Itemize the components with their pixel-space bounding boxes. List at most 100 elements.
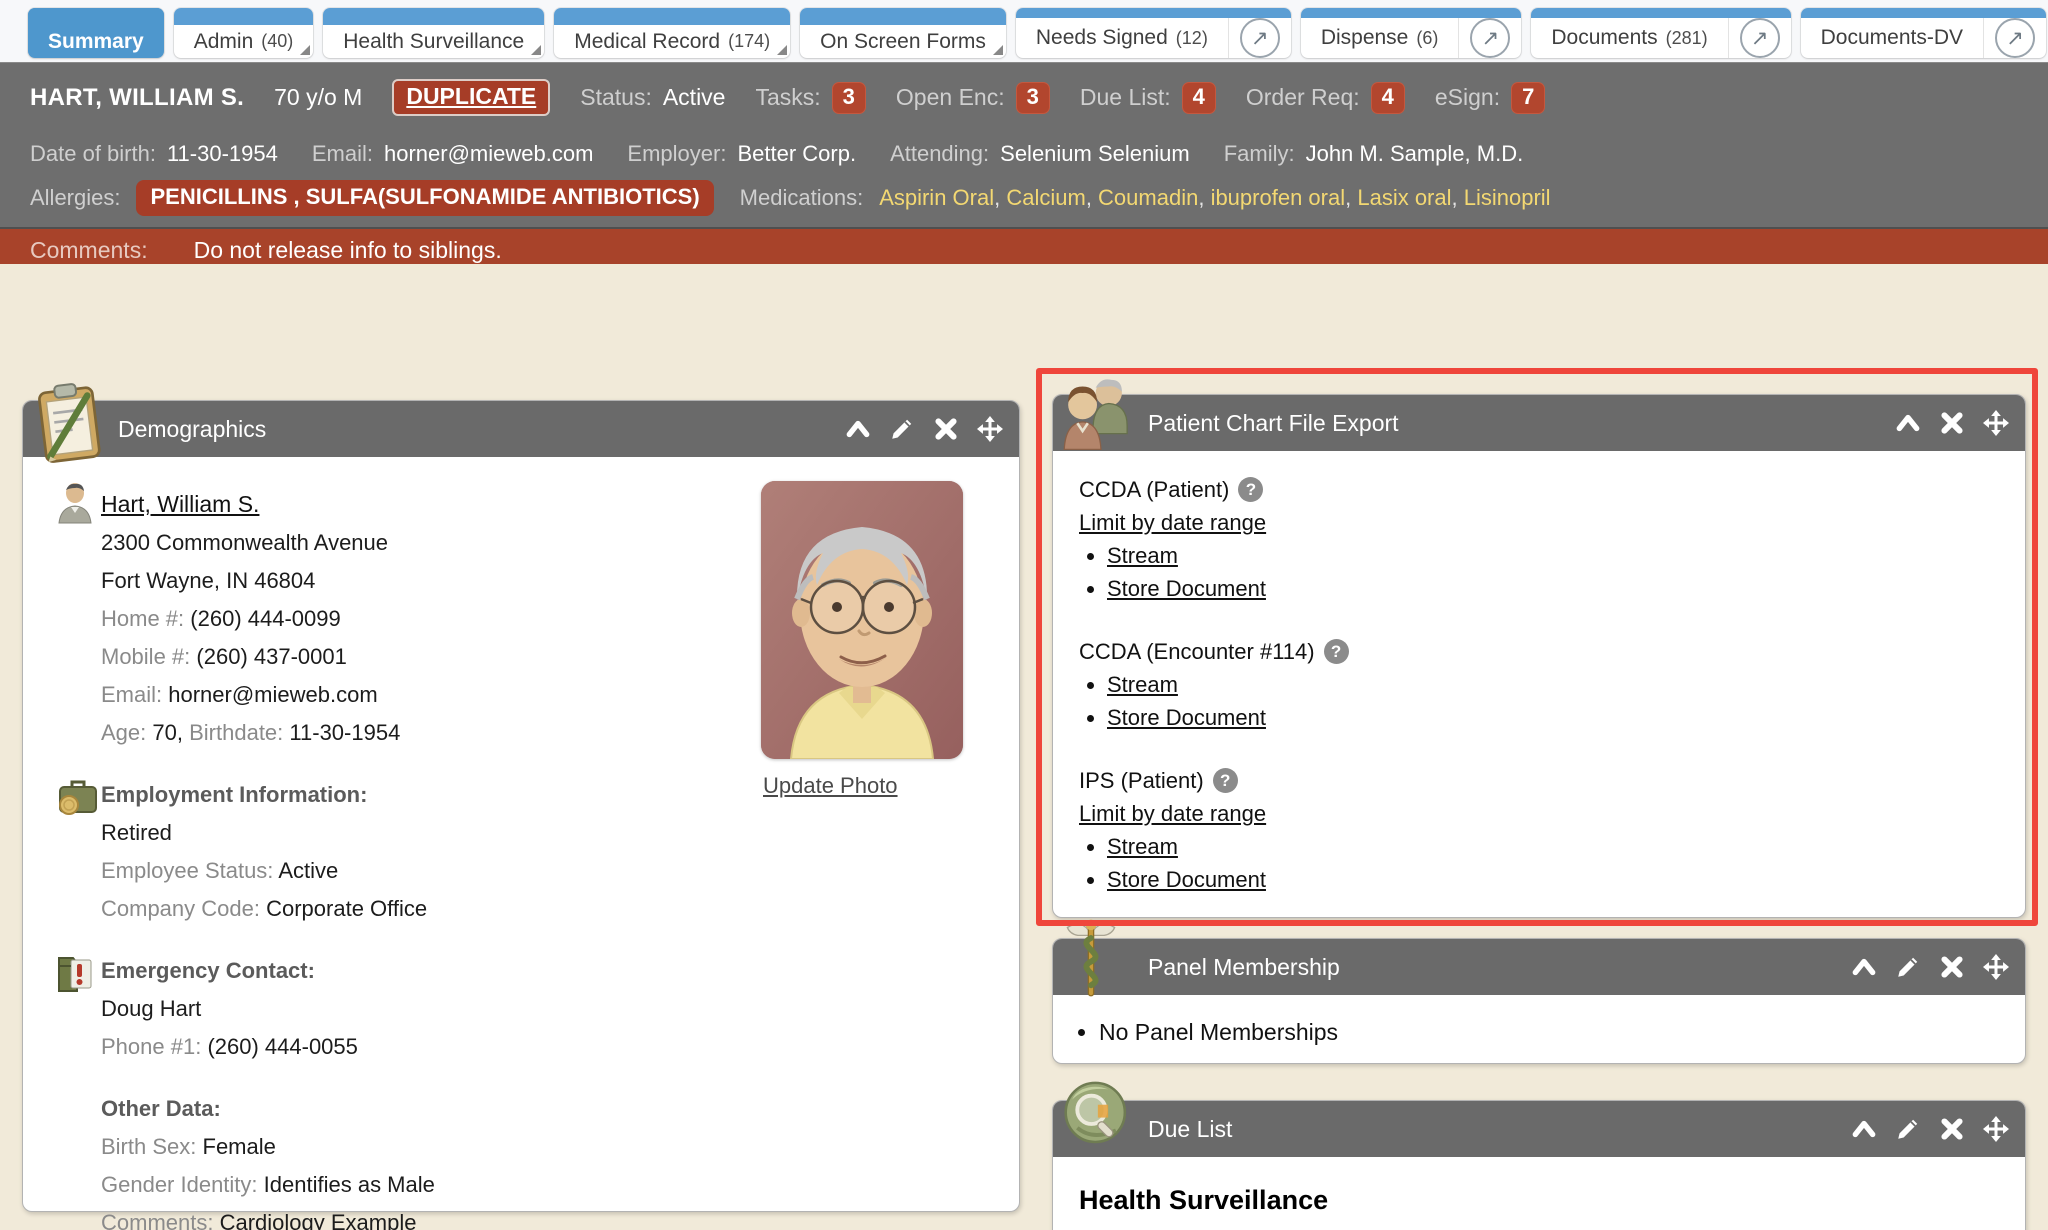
- medication-link[interactable]: ibuprofen oral: [1198, 185, 1345, 211]
- tab-cap: [323, 8, 544, 25]
- tab-health-surveillance[interactable]: Health Surveillance: [323, 8, 544, 58]
- external-link-icon[interactable]: ↗: [1458, 18, 1521, 58]
- medication-link[interactable]: Aspirin Oral: [879, 185, 994, 211]
- tab-cap: [1531, 8, 1790, 18]
- export-group: CCDA (Encounter #114)? Stream Store Docume…: [1079, 635, 1999, 734]
- counter-label: Due List:: [1080, 84, 1171, 111]
- employment-status-line: Retired: [101, 814, 989, 852]
- limit-by-date-range-link[interactable]: Limit by date range: [1079, 797, 1266, 830]
- due-list-header[interactable]: Due List: [1053, 1101, 2025, 1157]
- due-list-controls: [1851, 1101, 2009, 1157]
- edit-icon[interactable]: [1895, 1116, 1921, 1142]
- due-list-title: Due List: [1148, 1116, 1232, 1143]
- tab-label: Summary: [48, 30, 144, 54]
- medication-link[interactable]: Lisinopril: [1452, 185, 1551, 211]
- collapse-icon[interactable]: [1851, 1116, 1877, 1142]
- store-document-link[interactable]: Store Document: [1107, 705, 1266, 730]
- tab-cap: [1016, 8, 1291, 18]
- other-data-heading: Other Data:: [101, 1090, 989, 1128]
- help-icon[interactable]: ?: [1213, 768, 1238, 793]
- close-icon[interactable]: [1939, 410, 1965, 436]
- tab-medical-record[interactable]: Medical Record(174): [554, 8, 790, 58]
- close-icon[interactable]: [1939, 1116, 1965, 1142]
- other-data-section: Other Data: Birth Sex: FemaleGender Iden…: [101, 1090, 989, 1230]
- tab-on-screen-forms[interactable]: On Screen Forms: [800, 8, 1006, 58]
- tab-label: On Screen Forms: [820, 30, 986, 54]
- export-group: IPS (Patient)?Limit by date rangeStreamS…: [1079, 764, 1999, 896]
- store-document-link[interactable]: Store Document: [1107, 576, 1266, 601]
- demographics-panel-header[interactable]: Demographics: [23, 401, 1019, 457]
- external-link-icon[interactable]: ↗: [1728, 18, 1791, 58]
- field-value: Identifies as Male: [264, 1172, 435, 1197]
- collapse-icon[interactable]: [1895, 410, 1921, 436]
- edit-icon[interactable]: [1895, 954, 1921, 980]
- counter-badge[interactable]: 3: [832, 82, 866, 114]
- tab-admin[interactable]: Admin(40): [174, 8, 314, 58]
- stream-link[interactable]: Stream: [1107, 672, 1178, 697]
- counter-badge[interactable]: 4: [1371, 82, 1405, 114]
- close-icon[interactable]: [933, 416, 959, 442]
- close-icon[interactable]: [1939, 954, 1965, 980]
- demographics-panel: Demographics Hart, Will: [22, 400, 1020, 1212]
- field-row: Company Code: Corporate Office: [101, 890, 989, 928]
- export-panel-header[interactable]: Patient Chart File Export: [1053, 395, 2025, 451]
- tab-label: Health Surveillance: [343, 30, 524, 54]
- move-icon[interactable]: [1983, 410, 2009, 436]
- tab-documents[interactable]: Documents(281)↗: [1531, 8, 1790, 58]
- edit-icon[interactable]: [889, 416, 915, 442]
- export-group-heading: CCDA (Encounter #114)?: [1079, 635, 1999, 668]
- medication-link[interactable]: Calcium: [994, 185, 1086, 211]
- dropdown-corner-icon: [531, 45, 541, 55]
- panel-membership-panel: Panel Membership No Panel Memberships: [1052, 938, 2026, 1064]
- store-document-link[interactable]: Store Document: [1107, 867, 1266, 892]
- employer-label: Employer:: [627, 141, 726, 167]
- tab-cap: [1801, 8, 2046, 18]
- help-icon[interactable]: ?: [1324, 639, 1349, 664]
- counter-badge[interactable]: 7: [1511, 82, 1545, 114]
- export-group: CCDA (Patient)? Limit by date range Stream…: [1079, 473, 1999, 605]
- tab-count: (6): [1416, 28, 1438, 49]
- tab-needs-signed[interactable]: Needs Signed(12)↗: [1016, 8, 1291, 58]
- stream-link[interactable]: Stream: [1107, 543, 1178, 568]
- panel-membership-body: No Panel Memberships: [1053, 995, 2025, 1046]
- banner-row-3: Allergies: PENICILLINS , SULFA(SULFONAMI…: [0, 175, 2048, 227]
- patient-name: HART, WILLIAM S.: [30, 84, 244, 112]
- limit-by-date-range-link[interactable]: Limit by date range: [1079, 506, 1266, 539]
- status-label: Status:: [580, 84, 652, 111]
- duplicate-flag[interactable]: DUPLICATE: [392, 79, 550, 116]
- medication-link[interactable]: Coumadin: [1086, 185, 1199, 211]
- collapse-icon[interactable]: [1851, 954, 1877, 980]
- help-icon[interactable]: ?: [1238, 477, 1263, 502]
- patient-chart-file-export-panel: Patient Chart File Export CCDA (Patient)…: [1052, 394, 2026, 918]
- counter-badge[interactable]: 4: [1182, 82, 1216, 114]
- family-value: John M. Sample, M.D.: [1306, 141, 1524, 167]
- move-icon[interactable]: [1983, 1116, 2009, 1142]
- field-label: Gender Identity:: [101, 1172, 258, 1197]
- export-panel-title: Patient Chart File Export: [1148, 410, 1399, 437]
- export-format-name: CCDA (Patient): [1079, 473, 1229, 506]
- medication-link[interactable]: Lasix oral: [1345, 185, 1451, 211]
- external-link-icon[interactable]: ↗: [1983, 18, 2046, 58]
- field-label: Home #:: [101, 606, 184, 631]
- field-label: Employee Status:: [101, 858, 273, 883]
- counter-openenc: Open Enc:3: [896, 82, 1050, 114]
- panel-membership-header[interactable]: Panel Membership: [1053, 939, 2025, 995]
- external-link-icon[interactable]: ↗: [1228, 18, 1291, 58]
- tab-dispense[interactable]: Dispense(6)↗: [1301, 8, 1522, 58]
- tab-cap: [174, 8, 314, 25]
- export-link-item: Stream: [1107, 668, 1999, 701]
- update-photo-link[interactable]: Update Photo: [763, 773, 898, 799]
- tab-documents-dv[interactable]: Documents-DV↗: [1801, 8, 2046, 58]
- collapse-icon[interactable]: [845, 416, 871, 442]
- counter-badge[interactable]: 3: [1016, 82, 1050, 114]
- tab-summary[interactable]: Summary: [28, 8, 164, 58]
- field-value: (260) 444-0099: [190, 606, 340, 631]
- move-icon[interactable]: [977, 416, 1003, 442]
- allergies-pill[interactable]: PENICILLINS , SULFA(SULFONAMIDE ANTIBIOT…: [136, 180, 713, 216]
- move-icon[interactable]: [1983, 954, 2009, 980]
- stream-link[interactable]: Stream: [1107, 834, 1178, 859]
- field-value: horner@mieweb.com: [168, 682, 377, 707]
- export-link-item: Store Document: [1107, 572, 1999, 605]
- patient-name-link[interactable]: Hart, William S.: [101, 491, 259, 517]
- employer-value: Better Corp.: [737, 141, 856, 167]
